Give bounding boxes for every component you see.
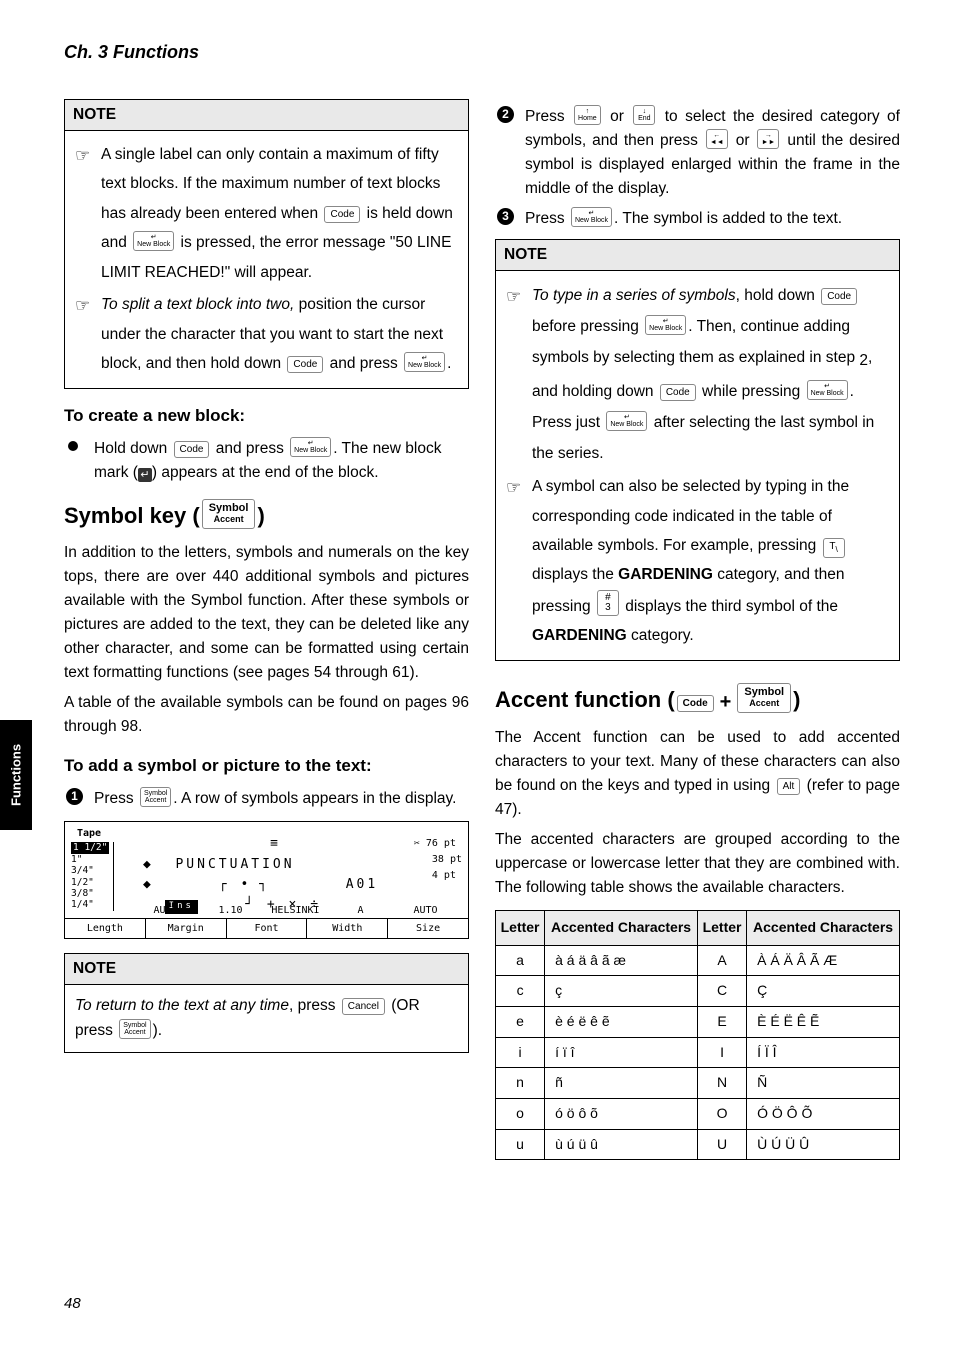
note3-item1: ☞ To type in a series of symbols, hold d… (506, 280, 889, 469)
step-2-ref-icon: 2 (859, 345, 868, 376)
pointer-icon: ☞ (75, 140, 90, 172)
note-head: NOTE (65, 100, 468, 131)
heading-add-symbol: To add a symbol or picture to the text: (64, 753, 469, 779)
code-key: Code (287, 356, 323, 373)
th-letter: Letter (496, 910, 545, 945)
heading-create-block: To create a new block: (64, 403, 469, 429)
right-column: 2 Press ↑Home or ↓End to select the desi… (495, 99, 900, 1160)
th-chars: Accented Characters (545, 910, 698, 945)
enter-key: ↵New Block (606, 411, 647, 431)
step2: 2 Press ↑Home or ↓End to select the desi… (495, 105, 900, 201)
symbol-body-1: In addition to the letters, symbols and … (64, 541, 469, 685)
heading-accent: Accent function (Code+SymbolAccent) (495, 683, 900, 718)
code-key: Code (660, 384, 696, 401)
note3-item2: ☞ A symbol can also be selected by typin… (506, 472, 889, 651)
table-row: uù ú ü ûUÙ Ú Ü Û (496, 1129, 900, 1160)
accent-table: Letter Accented Characters Letter Accent… (495, 910, 900, 1161)
table-row: nñNÑ (496, 1068, 900, 1099)
enter-key: ↵New Block (133, 231, 174, 251)
step3: 3 Press ↵New Block. The symbol is added … (495, 207, 900, 231)
down-key: ↓End (633, 105, 655, 125)
enter-key: ↵New Block (404, 352, 445, 372)
left-column: NOTE ☞ A single label can only contain a… (64, 99, 469, 1160)
symbol-key: SymbolAccent (119, 1019, 150, 1039)
cancel-key: Cancel (342, 998, 385, 1015)
display-footer: LengthMarginFontWidthSize (65, 918, 468, 939)
note-head: NOTE (65, 954, 468, 985)
tape-sizes: 1 1/2" 1" 3/4" 1/2" 3/8" 1/4" (71, 842, 114, 910)
note-head: NOTE (496, 240, 899, 271)
enter-key: ↵New Block (571, 207, 612, 227)
alt-: Alt (777, 778, 801, 795)
symbol-key: SymbolAccent (140, 787, 171, 807)
step-1-icon: 1 (66, 788, 83, 805)
step-2-icon: 2 (497, 106, 514, 123)
table-row: eè é ë ê ẽEÈ É Ë Ê Ẽ (496, 1006, 900, 1037)
step-3-icon: 3 (497, 208, 514, 225)
create-step: Hold down Code and press ↵New Block. The… (64, 437, 469, 485)
pointer-icon: ☞ (506, 472, 521, 504)
chapter-heading: Ch. 3 Functions (64, 42, 900, 63)
side-tab: Functions (0, 720, 32, 830)
enter-key: ↵New Block (645, 315, 686, 335)
pointer-icon: ☞ (506, 280, 521, 314)
table-row: ií ï îIÍ Ï Î (496, 1037, 900, 1068)
symbol-body-2: A table of the available symbols can be … (64, 691, 469, 739)
symbol-key: SymbolAccent (202, 499, 256, 529)
note1-item2: ☞ To split a text block into two, positi… (75, 290, 458, 378)
right-key: →►► (757, 129, 779, 149)
code-key: Code (821, 288, 857, 305)
enter-key: ↵New Block (807, 380, 848, 400)
bullet-icon (68, 441, 78, 451)
display-right: ✂ 76 pt 38 pt 4 pt (414, 836, 462, 884)
table-row: oó ö ô õOÓ Ö Ô Õ (496, 1098, 900, 1129)
code-key: Code (324, 206, 360, 223)
up-key: ↑Home (574, 105, 601, 125)
heading-symbol-key: Symbol key (SymbolAccent) (64, 499, 469, 533)
note-box-1: NOTE ☞ A single label can only contain a… (64, 99, 469, 389)
display-panel: Tape 1 1/2" 1" 3/4" 1/2" 3/8" 1/4" ≡ ◆ P… (64, 821, 469, 939)
left-key: ←◄◄ (706, 129, 728, 149)
t-key: T\ (823, 538, 845, 558)
table-row: aà á ä â ã æAÀ Á Ä Â Ã Æ (496, 945, 900, 976)
th-letter2: Letter (697, 910, 746, 945)
note-box-2: NOTE To return to the text at any time, … (64, 953, 469, 1052)
display-vals: AUTO1.10HELSINKIAAUTO (133, 903, 458, 919)
table-row: cçCÇ (496, 976, 900, 1007)
tape-label: Tape (73, 826, 105, 843)
note2-text: To return to the text at any time, press… (75, 994, 458, 1042)
pointer-icon: ☞ (75, 290, 90, 322)
accent-body-2: The accented characters are grouped acco… (495, 828, 900, 900)
plus-icon: + (720, 691, 732, 713)
th-chars2: Accented Characters (747, 910, 900, 945)
3-key: #3 (597, 590, 619, 616)
code-key: Code (174, 441, 210, 458)
page-number: 48 (64, 1295, 81, 1312)
note1-item1: ☞ A single label can only contain a maxi… (75, 140, 458, 287)
enter-key: ↵New Block (290, 437, 331, 457)
note-box-3: NOTE ☞ To type in a series of symbols, h… (495, 239, 900, 661)
block-mark-icon: ↵ (138, 468, 152, 482)
add-step1: 1 Press SymbolAccent. A row of symbols a… (64, 787, 469, 811)
symbol-key: SymbolAccent (737, 683, 791, 713)
code-key: Code (677, 695, 714, 712)
accent-body-1: The Accent function can be used to add a… (495, 726, 900, 822)
